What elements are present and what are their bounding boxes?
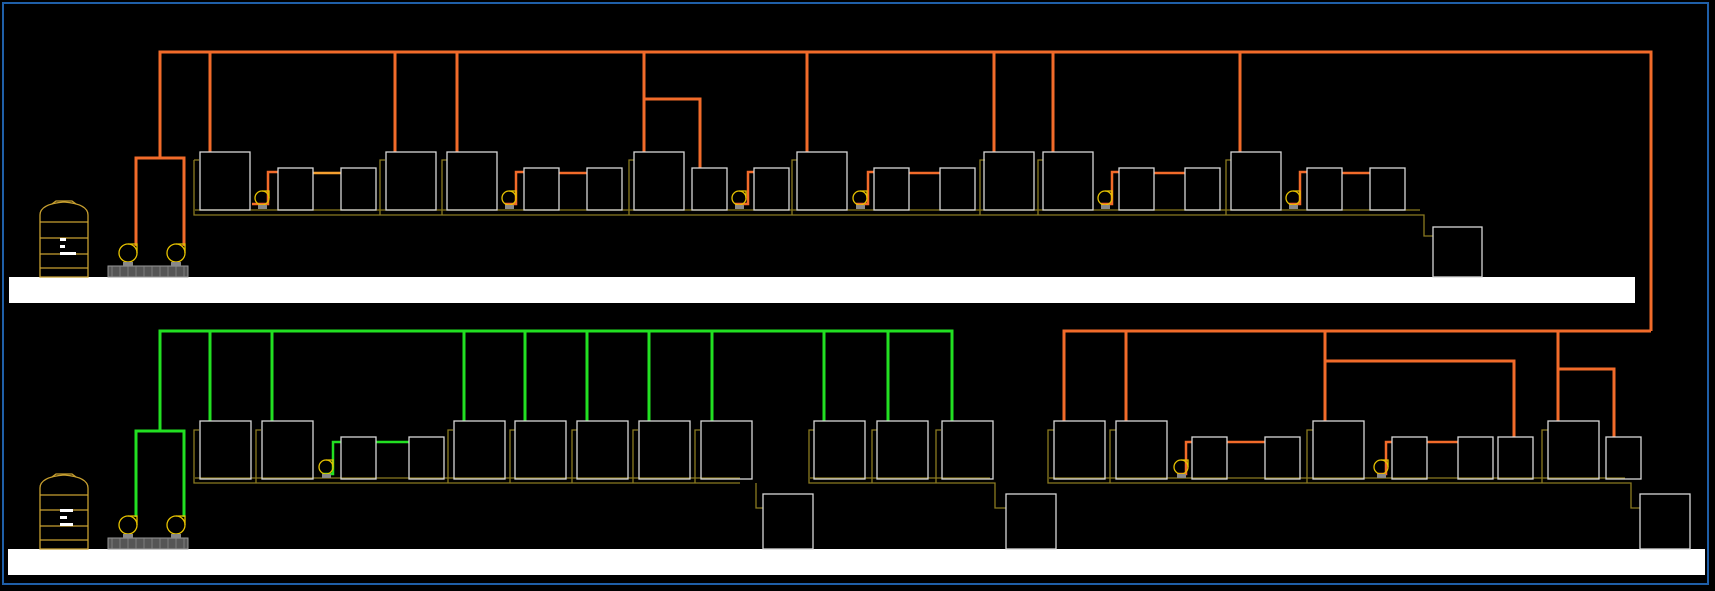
unit-u14 xyxy=(983,151,1035,211)
unit-l17 xyxy=(1191,436,1228,480)
unit-l13 xyxy=(941,420,994,480)
unit-l7 xyxy=(576,420,629,480)
pump-icon xyxy=(852,190,868,209)
unit-l19 xyxy=(1312,420,1365,480)
pump-icon xyxy=(166,243,186,266)
lower-left-supply-pipe xyxy=(134,329,954,517)
unit-u21 xyxy=(1432,226,1483,278)
unit-l9 xyxy=(700,420,753,480)
pump-icon xyxy=(118,243,138,266)
lower-floor-slab xyxy=(8,549,1705,575)
unit-l16 xyxy=(1115,420,1168,480)
unit-u7 xyxy=(586,167,623,211)
upper-tank-gauge xyxy=(60,238,76,255)
unit-u17 xyxy=(1184,167,1221,211)
unit-u2 xyxy=(277,167,314,211)
unit-l1 xyxy=(199,420,252,480)
unit-u13 xyxy=(939,167,976,211)
lower-tank-gauge xyxy=(60,509,73,526)
unit-u8 xyxy=(633,151,685,211)
unit-u9 xyxy=(691,167,728,211)
upper-pumps xyxy=(118,190,1301,266)
pump-icon xyxy=(118,515,138,538)
unit-l4 xyxy=(408,436,445,480)
unit-u3 xyxy=(340,167,377,211)
unit-l25 xyxy=(1639,493,1691,550)
pump-icon xyxy=(1097,190,1113,209)
unit-l3 xyxy=(340,436,377,480)
unit-l20 xyxy=(1391,436,1428,480)
lower-right-supply-pipe xyxy=(1062,329,1651,476)
lower-pumps xyxy=(118,459,1389,538)
unit-l18 xyxy=(1264,436,1301,480)
unit-u16 xyxy=(1118,167,1155,211)
unit-l12 xyxy=(876,420,929,480)
upper-unit-bases xyxy=(193,159,1433,237)
pump-icon xyxy=(318,459,334,478)
unit-u20 xyxy=(1369,167,1406,211)
unit-u18 xyxy=(1230,151,1282,211)
lower-equipment-units xyxy=(199,420,1691,550)
unit-u10 xyxy=(753,167,790,211)
unit-l23 xyxy=(1547,420,1600,480)
plumbing-schematic xyxy=(8,50,1705,575)
unit-l6 xyxy=(514,420,567,480)
unit-u19 xyxy=(1306,167,1343,211)
unit-l8 xyxy=(638,420,691,480)
unit-u4 xyxy=(385,151,437,211)
unit-l22 xyxy=(1497,436,1534,480)
unit-u11 xyxy=(796,151,848,211)
unit-u15 xyxy=(1042,151,1094,211)
schematic-stage xyxy=(0,0,1715,591)
pump-icon xyxy=(166,515,186,538)
unit-l15 xyxy=(1053,420,1106,480)
unit-u5 xyxy=(446,151,498,211)
unit-l21 xyxy=(1457,436,1494,480)
unit-u12 xyxy=(873,167,910,211)
unit-l10 xyxy=(762,493,814,550)
unit-l5 xyxy=(453,420,506,480)
lower-unit-bases xyxy=(193,429,1640,509)
pump-icon xyxy=(1285,190,1301,209)
pump-icon xyxy=(731,190,747,209)
unit-l24 xyxy=(1605,436,1642,480)
upper-floor-slab xyxy=(9,277,1635,303)
unit-u6 xyxy=(523,167,560,211)
unit-l14 xyxy=(1005,493,1057,550)
unit-u1 xyxy=(199,151,251,211)
unit-l11 xyxy=(813,420,866,480)
pump-icon xyxy=(501,190,517,209)
unit-l2 xyxy=(261,420,314,480)
